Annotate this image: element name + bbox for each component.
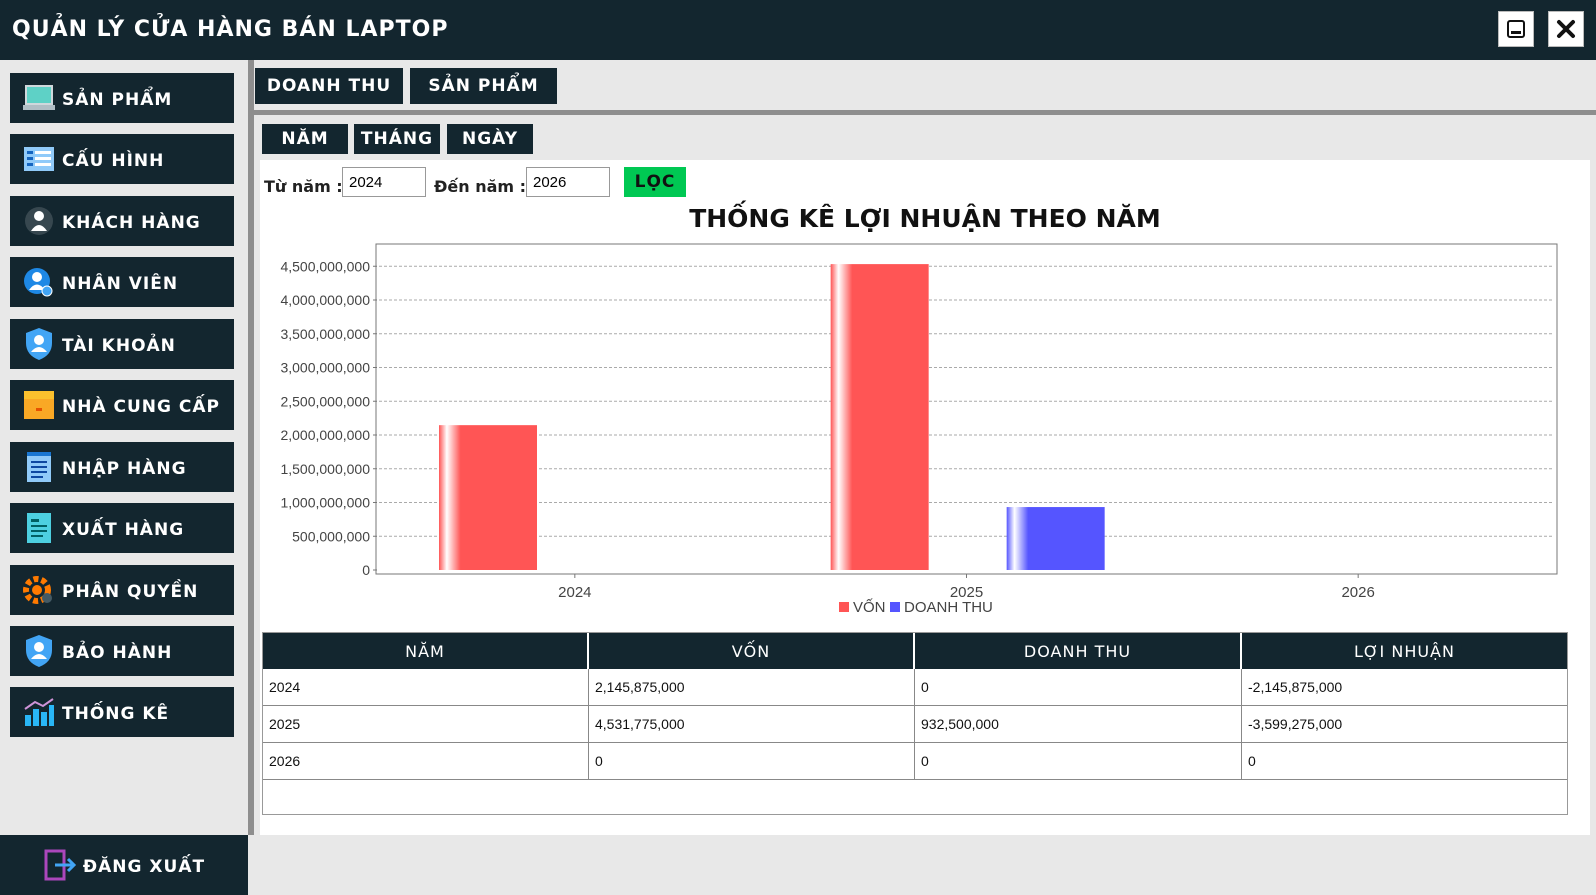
- minimize-icon: [1507, 20, 1525, 38]
- profit-bar-chart: 0 500,000,000 1,000,000,000 1,500,000,000 2,…: [280, 243, 1558, 616]
- table-cell: 0: [915, 669, 1242, 705]
- sidebar-item-permissions[interactable]: PHÂN QUYỀN: [10, 565, 234, 615]
- legend-label: DOANH THU: [904, 599, 993, 616]
- column-header-profit[interactable]: LỢI NHUẬN: [1242, 633, 1567, 669]
- employee-icon: [22, 265, 56, 299]
- sidebar-item-label: PHÂN QUYỀN: [62, 582, 199, 602]
- y-tick-label: 1,500,000,000: [280, 461, 370, 477]
- sidebar-item-label: SẢN PHẨM: [62, 90, 173, 110]
- customer-icon: [22, 204, 56, 238]
- table-cell: 2,145,875,000: [589, 669, 915, 705]
- y-tick-label: 2,500,000,000: [280, 393, 370, 409]
- app-title: QUẢN LÝ CỬA HÀNG BÁN LAPTOP: [12, 17, 449, 42]
- tab-divider: [254, 110, 1596, 115]
- supplier-box-icon: [22, 388, 56, 422]
- sidebar-item-label: KHÁCH HÀNG: [62, 213, 201, 233]
- sidebar-item-export[interactable]: XUẤT HÀNG: [10, 503, 234, 553]
- table-cell: 0: [1248, 753, 1256, 769]
- y-tick-label: 3,500,000,000: [280, 326, 370, 342]
- table-cell: 2025: [263, 706, 589, 742]
- sidebar-item-customers[interactable]: KHÁCH HÀNG: [10, 196, 234, 246]
- table-cell: -2,145,875,000: [1248, 679, 1343, 695]
- table-cell: -3,599,275,000: [1248, 716, 1343, 732]
- logout-button[interactable]: ĐĂNG XUẤT: [0, 835, 248, 895]
- sidebar-item-label: TÀI KHOẢN: [62, 336, 176, 356]
- sidebar-item-label: CẤU HÌNH: [62, 151, 165, 171]
- from-year-input[interactable]: [342, 167, 426, 197]
- table-cell: 932,500,000: [915, 706, 1242, 742]
- y-tick-label: 1,000,000,000: [280, 495, 370, 511]
- plot-area: [375, 243, 1558, 575]
- statistics-chart-icon: [22, 695, 56, 729]
- permission-gear-icon: [22, 573, 56, 607]
- table-cell: 2026: [263, 743, 589, 779]
- table-header: NĂM VỐN DOANH THU LỢI NHUẬN: [263, 633, 1567, 669]
- sidebar-item-label: THỐNG KÊ: [62, 704, 170, 724]
- laptop-icon: [22, 81, 56, 115]
- logout-label: ĐĂNG XUẤT: [82, 857, 206, 877]
- tab-products[interactable]: SẢN PHẨM: [410, 68, 557, 104]
- to-year-input[interactable]: [526, 167, 610, 197]
- y-tick-label: 3,000,000,000: [280, 360, 370, 376]
- subtab-year[interactable]: NĂM: [262, 124, 348, 154]
- column-header-revenue[interactable]: DOANH THU: [915, 633, 1242, 669]
- spec-list-icon: [22, 142, 56, 176]
- statistics-table: NĂM VỐN DOANH THU LỢI NHUẬN 2024 2,145,8…: [262, 632, 1568, 815]
- export-document-icon: [22, 511, 56, 545]
- import-notepad-icon: [22, 450, 56, 484]
- sidebar-item-warranty[interactable]: BẢO HÀNH: [10, 626, 234, 676]
- minimize-button[interactable]: [1498, 11, 1534, 47]
- y-tick-label: 500,000,000: [292, 528, 370, 544]
- table-cell: 4,531,775,000: [589, 706, 915, 742]
- subtab-day[interactable]: NGÀY: [447, 124, 533, 154]
- legend-label: VỐN: [853, 598, 886, 616]
- column-header-year[interactable]: NĂM: [263, 633, 589, 669]
- logout-icon: [43, 849, 77, 881]
- filter-button[interactable]: LỌC: [624, 167, 686, 197]
- sidebar-item-statistics[interactable]: THỐNG KÊ: [10, 687, 234, 737]
- sidebar-item-config[interactable]: CẤU HÌNH: [10, 134, 234, 184]
- legend-swatch: [839, 602, 849, 612]
- x-tick-label: 2026: [1341, 584, 1374, 601]
- close-icon: [1557, 20, 1575, 38]
- warranty-shield-icon: [22, 634, 56, 668]
- sidebar-item-label: NHÀ CUNG CẤP: [62, 397, 221, 417]
- bar-von: [439, 425, 537, 570]
- table-cell: 2024: [263, 669, 589, 705]
- x-tick-label: 2024: [558, 584, 591, 601]
- table-row[interactable]: 2026 0 0 0: [263, 743, 1567, 780]
- table-cell: 0: [589, 743, 915, 779]
- sidebar-item-label: XUẤT HÀNG: [62, 520, 185, 540]
- column-header-capital[interactable]: VỐN: [589, 633, 915, 669]
- statistics-panel: Từ năm : Đến năm : LỌC THỐNG KÊ LỢI NHUẬ…: [260, 160, 1590, 835]
- table-cell: 0: [915, 743, 1242, 779]
- main-content: DOANH THU SẢN PHẨM NĂM THÁNG NGÀY Từ năm…: [254, 60, 1596, 835]
- sidebar: SẢN PHẨM CẤU HÌNH KHÁCH HÀNG NHÂN VIÊN T…: [0, 60, 248, 895]
- close-button[interactable]: [1548, 11, 1584, 47]
- tab-revenue[interactable]: DOANH THU: [255, 68, 403, 104]
- subtab-month[interactable]: THÁNG: [354, 124, 440, 154]
- bar-von: [830, 264, 929, 570]
- y-tick-label: 0: [362, 562, 370, 578]
- to-year-label: Đến năm :: [434, 177, 527, 196]
- legend-swatch: [890, 602, 900, 612]
- table-row[interactable]: 2024 2,145,875,000 0 -2,145,875,000: [263, 669, 1567, 706]
- sidebar-item-label: BẢO HÀNH: [62, 643, 173, 663]
- sidebar-item-import[interactable]: NHẬP HÀNG: [10, 442, 234, 492]
- title-bar: QUẢN LÝ CỬA HÀNG BÁN LAPTOP: [0, 0, 1596, 60]
- sidebar-item-label: NHẬP HÀNG: [62, 459, 187, 479]
- y-tick-label: 4,500,000,000: [280, 258, 370, 274]
- sidebar-item-accounts[interactable]: TÀI KHOẢN: [10, 319, 234, 369]
- y-tick-label: 2,000,000,000: [280, 427, 370, 443]
- sidebar-item-label: NHÂN VIÊN: [62, 274, 179, 294]
- chart-title: THỐNG KÊ LỢI NHUẬN THEO NĂM: [689, 204, 1161, 233]
- y-tick-label: 4,000,000,000: [280, 292, 370, 308]
- sidebar-item-products[interactable]: SẢN PHẨM: [10, 73, 234, 123]
- sidebar-item-suppliers[interactable]: NHÀ CUNG CẤP: [10, 380, 234, 430]
- bar-doanh-thu: [1006, 507, 1105, 570]
- account-shield-icon: [22, 327, 56, 361]
- table-row[interactable]: 2025 4,531,775,000 932,500,000 -3,599,27…: [263, 706, 1567, 743]
- from-year-label: Từ năm :: [264, 177, 343, 196]
- sidebar-item-employees[interactable]: NHÂN VIÊN: [10, 257, 234, 307]
